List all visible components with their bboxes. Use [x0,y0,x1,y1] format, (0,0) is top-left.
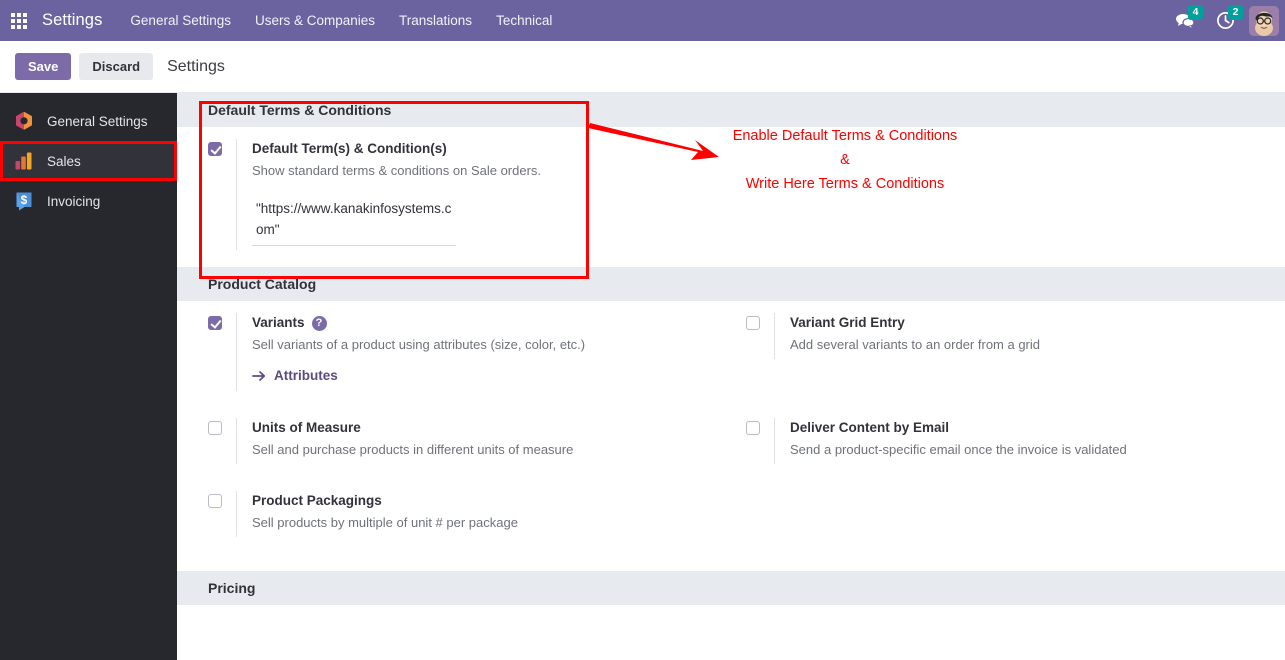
default-terms-input[interactable] [252,198,456,246]
messages-badge: 4 [1188,5,1203,20]
activities-badge: 2 [1228,5,1243,20]
settings-column-right: Variant Grid Entry Add several variants … [731,301,1285,537]
setting-label: Deliver Content by Email [790,420,950,435]
control-panel: Save Discard Settings [0,41,1285,93]
setting-variant-grid-entry: Variant Grid Entry Add several variants … [746,301,1285,359]
attributes-link-label: Attributes [274,368,338,383]
section-header-default-terms: Default Terms & Conditions [177,93,1285,127]
variants-checkbox[interactable] [208,316,222,330]
apps-grid-icon [11,12,27,29]
section-header-product-catalog: Product Catalog [177,267,1285,301]
sidebar-item-general-settings[interactable]: General Settings [0,101,177,141]
apps-menu-button[interactable] [0,0,38,41]
sales-chart-icon [12,149,36,173]
messages-button[interactable]: 4 [1165,0,1205,41]
settings-sidebar: General Settings Sales $ Invoicing [0,93,177,660]
top-navbar: Settings General Settings Users & Compan… [0,0,1285,41]
settings-content: Default Terms & Conditions Default Term(… [177,93,1285,660]
sidebar-item-sales[interactable]: Sales [0,141,177,181]
app-brand-settings[interactable]: Settings [38,0,118,41]
section-header-pricing: Pricing [177,570,1285,605]
general-settings-icon [12,109,36,133]
setting-default-terms: Default Term(s) & Condition(s) Show stan… [208,127,731,250]
invoicing-dollar-icon: $ [12,189,36,213]
setting-body: Default Term(s) & Condition(s) Show stan… [236,139,541,250]
setting-description: Sell variants of a product using attribu… [252,337,586,352]
sidebar-item-label: General Settings [47,113,148,129]
settings-column-left: Variants ? Sell variants of a product us… [177,301,731,537]
page-title: Settings [167,57,225,75]
variant-grid-entry-checkbox[interactable] [746,316,760,330]
setting-body: Variants ? Sell variants of a product us… [236,313,585,391]
sidebar-item-invoicing[interactable]: $ Invoicing [0,181,177,221]
setting-description: Send a product-specific email once the i… [790,442,1127,457]
setting-deliver-content-by-email: Deliver Content by Email Send a product-… [746,359,1285,464]
deliver-content-by-email-checkbox[interactable] [746,421,760,435]
save-button[interactable]: Save [15,53,72,80]
attributes-link[interactable]: Attributes [252,368,338,383]
sidebar-item-label: Sales [47,153,81,169]
setting-units-of-measure: Units of Measure Sell and purchase produ… [208,391,731,464]
setting-body: Product Packagings Sell products by mult… [236,490,518,537]
setting-body: Units of Measure Sell and purchase produ… [236,417,574,464]
discard-button[interactable]: Discard [79,53,154,80]
section-body-product-catalog: Variants ? Sell variants of a product us… [177,301,1285,537]
systray: 4 2 [1165,0,1285,41]
section-title: Product Catalog [208,276,317,292]
section-title: Default Terms & Conditions [208,102,392,118]
setting-body: Deliver Content by Email Send a product-… [774,418,1127,464]
menu-translations[interactable]: Translations [387,0,484,41]
setting-description: Show standard terms & conditions on Sale… [252,163,542,178]
setting-description: Add several variants to an order from a … [790,337,1041,352]
default-terms-checkbox[interactable] [208,142,222,156]
svg-text:$: $ [21,193,28,207]
setting-label-wrapper: Variants ? [252,313,585,333]
setting-variants: Variants ? Sell variants of a product us… [208,301,731,391]
setting-label: Variant Grid Entry [790,315,905,330]
setting-label: Product Packagings [252,492,382,508]
setting-label: Units of Measure [252,419,361,435]
setting-description: Sell and purchase products in different … [252,441,574,457]
setting-product-packagings: Product Packagings Sell products by mult… [208,464,731,537]
setting-body: Variant Grid Entry Add several variants … [774,313,1040,359]
menu-technical[interactable]: Technical [484,0,564,41]
arrow-right-icon [252,370,266,381]
settings-column-left: Default Term(s) & Condition(s) Show stan… [177,127,731,250]
menu-general-settings[interactable]: General Settings [118,0,243,41]
sidebar-item-label: Invoicing [47,193,101,209]
activities-button[interactable]: 2 [1205,0,1245,41]
user-avatar-icon [1249,5,1279,36]
setting-description: Sell products by multiple of unit # per … [252,514,518,530]
units-of-measure-checkbox[interactable] [208,420,222,435]
help-icon[interactable]: ? [311,315,327,331]
section-title: Pricing [208,579,256,596]
setting-label: Default Term(s) & Condition(s) [252,141,447,156]
setting-label: Variants [252,315,305,330]
section-body-default-terms: Default Term(s) & Condition(s) Show stan… [177,127,1285,250]
menu-users-companies[interactable]: Users & Companies [243,0,387,41]
avatar[interactable] [1249,5,1279,36]
product-packagings-checkbox[interactable] [208,493,222,508]
